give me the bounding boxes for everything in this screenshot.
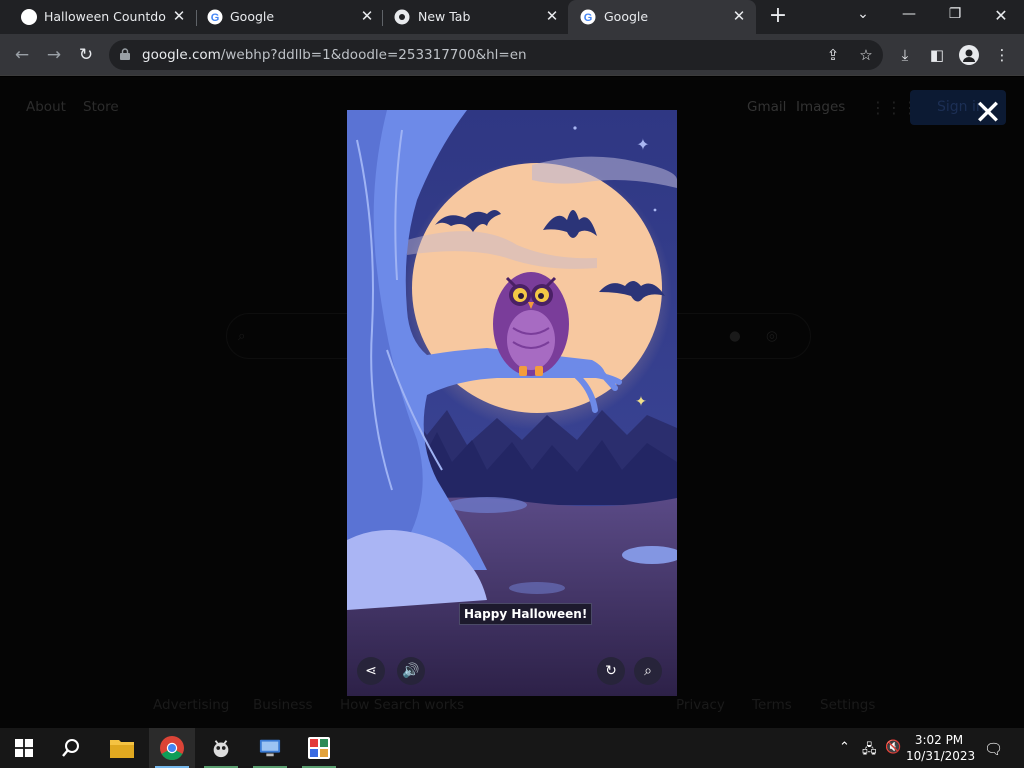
minimize-icon[interactable]: — — [899, 6, 919, 22]
voice-search-icon[interactable]: ● — [729, 328, 741, 344]
back-arrow-icon[interactable]: ← — [11, 44, 33, 66]
colorful-app-icon — [308, 737, 330, 759]
close-tab-icon[interactable]: ✕ — [543, 7, 561, 25]
footer-terms[interactable]: Terms — [752, 697, 792, 713]
search-icon: ⌕ — [238, 328, 246, 344]
notification-icon[interactable]: 🗨 — [984, 740, 1003, 758]
clock-date: 10/31/2023 — [906, 749, 976, 763]
search-button[interactable] — [48, 728, 94, 768]
clock-time: 3:02 PM — [914, 733, 964, 747]
google-g-icon: G — [207, 9, 223, 25]
address-bar[interactable]: google.com/webhp?ddllb=1&doodle=25331770… — [109, 40, 883, 70]
tab-title: Halloween Countdown — [44, 9, 166, 24]
system-clock[interactable]: 3:02 PM 10/31/2023 — [906, 732, 976, 764]
search-icon — [62, 739, 79, 757]
side-panel-icon[interactable]: ◧ — [927, 45, 947, 65]
svg-text:G: G — [584, 12, 593, 24]
lock-icon — [120, 48, 130, 60]
chrome-taskbar-button[interactable] — [149, 728, 195, 768]
about-link[interactable]: About — [26, 99, 66, 115]
owl-figure — [493, 272, 569, 376]
app-button-1[interactable] — [198, 728, 244, 768]
new-tab-icon[interactable]: + — [767, 5, 789, 27]
search-icon[interactable]: ⌕ — [634, 657, 662, 685]
network-app-icon — [259, 739, 281, 757]
network-icon[interactable]: 🖧 — [862, 740, 877, 762]
tab-strip: Halloween Countdown ✕ G Google ✕ New Tab… — [0, 0, 1024, 34]
share-icon[interactable]: ⇪ — [823, 45, 843, 65]
svg-text:✦: ✦ — [635, 394, 647, 410]
store-link[interactable]: Store — [83, 99, 119, 115]
volume-muted-icon[interactable]: 🔇 — [885, 740, 901, 755]
lens-icon[interactable]: ◎ — [766, 328, 778, 344]
close-tab-icon[interactable]: ✕ — [170, 7, 188, 25]
doodle-greeting: Happy Halloween! — [459, 603, 593, 625]
footer-advertising[interactable]: Advertising — [153, 697, 229, 713]
tab-title: New Tab — [418, 9, 471, 24]
reload-icon[interactable]: ↻ — [75, 44, 97, 66]
bug-app-icon — [213, 740, 229, 758]
menu-kebab-icon[interactable]: ⋮ — [992, 45, 1012, 65]
google-g-icon: G — [580, 9, 596, 25]
footer-how-search-works[interactable]: How Search works — [340, 697, 464, 713]
url-text: google.com/webhp?ddllb=1&doodle=25331770… — [142, 47, 527, 63]
halloween-favicon — [21, 9, 37, 25]
restore-icon[interactable]: ❐ — [945, 6, 965, 22]
tab-google-1[interactable]: G Google ✕ — [196, 0, 382, 34]
windows-taskbar: ⌃ 🖧 🔇 3:02 PM 10/31/2023 🗨 — [0, 728, 1024, 768]
file-explorer-button[interactable] — [99, 728, 145, 768]
sound-icon[interactable]: 🔊 — [397, 657, 425, 685]
gmail-link[interactable]: Gmail — [747, 99, 786, 115]
footer-settings[interactable]: Settings — [820, 697, 875, 713]
footer-privacy[interactable]: Privacy — [676, 697, 725, 713]
folder-icon — [110, 740, 134, 758]
tab-title: Google — [230, 9, 275, 24]
replay-icon[interactable]: ↻ — [597, 657, 625, 685]
tab-title: Google — [604, 9, 649, 24]
browser-toolbar: ← → ↻ google.com/webhp?ddllb=1&doodle=25… — [0, 34, 1024, 76]
profile-avatar-icon[interactable] — [959, 45, 979, 65]
start-button[interactable] — [0, 728, 46, 768]
images-link[interactable]: Images — [796, 99, 845, 115]
app-button-3[interactable] — [296, 728, 342, 768]
close-tab-icon[interactable]: ✕ — [730, 7, 748, 25]
share-icon[interactable]: ⋖ — [357, 657, 385, 685]
svg-text:✦: ✦ — [636, 135, 649, 154]
tab-halloween-countdown[interactable]: Halloween Countdown ✕ — [0, 0, 196, 34]
show-hidden-icons-chevron-icon[interactable]: ⌃ — [839, 740, 850, 755]
close-tab-icon[interactable]: ✕ — [358, 7, 376, 25]
tab-new-tab[interactable]: New Tab ✕ — [382, 0, 568, 34]
app-button-2[interactable] — [247, 728, 293, 768]
chrome-icon — [160, 736, 184, 760]
tab-google-active[interactable]: G Google ✕ — [568, 0, 756, 34]
forward-arrow-icon[interactable]: → — [43, 44, 65, 66]
footer-business[interactable]: Business — [253, 697, 313, 713]
svg-text:G: G — [211, 12, 220, 24]
windows-logo-icon — [15, 739, 33, 757]
close-doodle-icon[interactable]: ✕ — [972, 96, 1004, 130]
download-icon[interactable]: ⤓ — [895, 45, 915, 65]
tab-search-chevron-icon[interactable]: ⌄ — [853, 6, 873, 22]
chrome-icon — [394, 9, 410, 25]
bookmark-star-icon[interactable]: ☆ — [856, 45, 876, 65]
close-window-icon[interactable]: ✕ — [991, 6, 1011, 25]
